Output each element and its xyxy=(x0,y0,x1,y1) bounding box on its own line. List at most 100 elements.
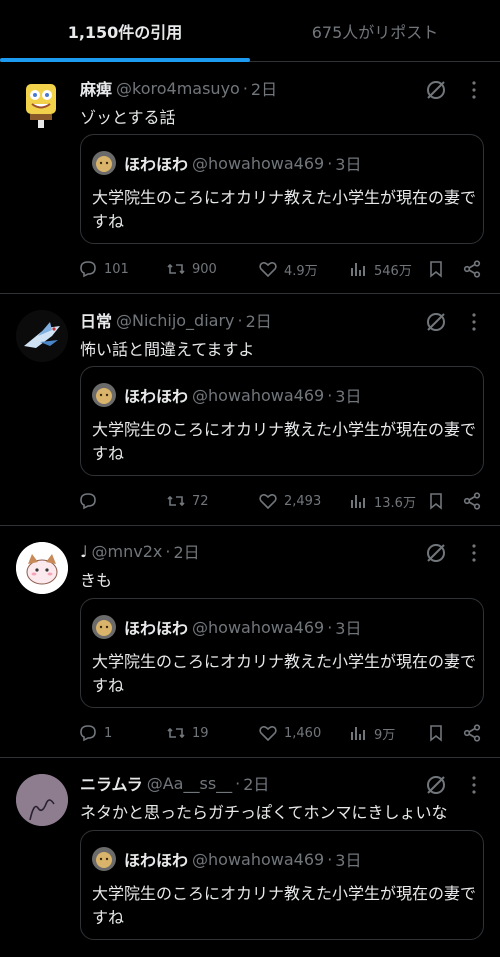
action-bar: 101 900 4.9万 546万 xyxy=(78,258,484,280)
quoted-post[interactable]: ほわほわ @howahowa469 · 3日 大学院生のころにオカリナ教えた小学… xyxy=(80,134,484,244)
separator-dot: · xyxy=(237,310,243,330)
reply-button[interactable]: 101 xyxy=(78,258,129,280)
user-handle[interactable]: @Nichijo_diary xyxy=(116,311,234,330)
post-time[interactable]: 2日 xyxy=(173,539,199,563)
post[interactable]: ♩ @mnv2x · 2日 きも ほわほわ @howahowa469 · 3日 … xyxy=(0,526,500,758)
post[interactable]: 麻痺 @koro4masuyo · 2日 ゾッとする話 ほわほわ @howaho… xyxy=(0,62,500,294)
views-chart-icon xyxy=(351,263,365,276)
user-handle[interactable]: @Aa__ss__ xyxy=(147,774,232,793)
quoted-handle: @howahowa469 xyxy=(192,153,325,173)
share-button[interactable] xyxy=(462,258,482,280)
quoted-header: ほわほわ @howahowa469 · 3日 xyxy=(124,847,361,871)
more-options-icon[interactable] xyxy=(466,80,482,100)
reply-icon xyxy=(80,493,96,510)
post-text: きも xyxy=(80,571,113,590)
post-header: 日常 @Nichijo_diary · 2日 xyxy=(80,308,272,332)
grok-icon[interactable] xyxy=(424,310,448,334)
quoted-avatar xyxy=(92,383,116,407)
avatar[interactable] xyxy=(16,542,68,594)
quoted-time: 3日 xyxy=(335,619,362,638)
post-time[interactable]: 2日 xyxy=(251,76,277,100)
quoted-avatar xyxy=(92,151,116,175)
quoted-handle: @howahowa469 xyxy=(192,385,325,405)
view-count: 546万 xyxy=(374,263,412,279)
bookmark-button[interactable] xyxy=(426,722,446,744)
quoted-handle: @howahowa469 xyxy=(192,849,325,869)
view-count: 9万 xyxy=(374,727,396,743)
reply-button[interactable] xyxy=(78,490,104,512)
quoted-time: 3日 xyxy=(335,387,362,406)
grok-icon[interactable] xyxy=(424,773,448,797)
quoted-display-name: ほわほわ xyxy=(124,619,189,638)
tab-bar: 1,150件の引用 675人がリポスト xyxy=(0,0,500,62)
post[interactable]: ニラムラ @Aa__ss__ · 2日 ネタかと思ったらガチっぽくてホンマにきし… xyxy=(0,758,500,957)
views-chart-icon xyxy=(351,495,365,508)
quoted-display-name: ほわほわ xyxy=(124,851,189,870)
more-options-icon[interactable] xyxy=(466,543,482,563)
repost-button[interactable]: 19 xyxy=(166,722,209,744)
separator-dot: · xyxy=(165,541,171,561)
reply-icon xyxy=(80,725,96,742)
quoted-header: ほわほわ @howahowa469 · 3日 xyxy=(124,383,361,407)
bookmark-button[interactable] xyxy=(426,258,446,280)
like-button[interactable]: 4.9万 xyxy=(258,258,318,280)
user-handle[interactable]: @koro4masuyo xyxy=(116,79,240,98)
post-time[interactable]: 2日 xyxy=(246,308,272,332)
tab-reposts[interactable]: 675人がリポスト xyxy=(250,0,500,61)
grok-icon[interactable] xyxy=(424,78,448,102)
more-options-icon[interactable] xyxy=(466,312,482,332)
grok-icon[interactable] xyxy=(424,541,448,565)
avatar[interactable] xyxy=(16,774,68,826)
bookmark-icon xyxy=(430,493,442,510)
quoted-header: ほわほわ @howahowa469 · 3日 xyxy=(124,151,361,175)
heart-icon xyxy=(259,261,277,278)
post-header: 麻痺 @koro4masuyo · 2日 xyxy=(80,76,277,100)
views-button[interactable]: 9万 xyxy=(348,722,395,744)
views-button[interactable]: 546万 xyxy=(348,258,412,280)
repost-icon xyxy=(167,727,185,739)
display-name[interactable]: 日常 xyxy=(80,308,112,332)
quoted-time: 3日 xyxy=(335,155,362,174)
repost-button[interactable]: 900 xyxy=(166,258,217,280)
share-icon xyxy=(463,724,481,742)
reply-count: 1 xyxy=(104,725,113,741)
quoted-post[interactable]: ほわほわ @howahowa469 · 3日 大学院生のころにオカリナ教えた小学… xyxy=(80,598,484,708)
repost-button[interactable]: 72 xyxy=(166,490,209,512)
post-time[interactable]: 2日 xyxy=(243,771,269,795)
like-count: 2,493 xyxy=(284,493,322,509)
user-handle[interactable]: @mnv2x xyxy=(92,542,163,561)
tab-reposts-label: 675人がリポスト xyxy=(311,22,439,42)
quoted-text: 大学院生のころにオカリナ教えた小学生が現在の妻ですね xyxy=(92,420,477,463)
separator-dot: · xyxy=(235,773,241,793)
reply-count: 101 xyxy=(104,261,129,277)
quoted-post[interactable]: ほわほわ @howahowa469 · 3日 大学院生のころにオカリナ教えた小学… xyxy=(80,830,484,940)
display-name[interactable]: ニラムラ xyxy=(80,771,143,795)
separator-dot: · xyxy=(327,153,333,173)
separator-dot: · xyxy=(242,78,248,98)
bookmark-button[interactable] xyxy=(426,490,446,512)
avatar[interactable] xyxy=(16,78,68,130)
like-button[interactable]: 1,460 xyxy=(258,722,321,744)
views-button[interactable]: 13.6万 xyxy=(348,490,416,512)
quoted-header: ほわほわ @howahowa469 · 3日 xyxy=(124,615,361,639)
views-chart-icon xyxy=(351,727,365,740)
more-options-icon[interactable] xyxy=(466,775,482,795)
tab-quotes-label: 1,150件の引用 xyxy=(67,22,183,42)
tab-quotes[interactable]: 1,150件の引用 xyxy=(0,0,250,62)
repost-icon xyxy=(167,495,185,507)
quoted-text: 大学院生のころにオカリナ教えた小学生が現在の妻ですね xyxy=(92,884,477,927)
like-count: 4.9万 xyxy=(284,263,318,279)
quoted-post[interactable]: ほわほわ @howahowa469 · 3日 大学院生のころにオカリナ教えた小学… xyxy=(80,366,484,476)
share-button[interactable] xyxy=(462,722,482,744)
heart-icon xyxy=(259,725,277,742)
quoted-display-name: ほわほわ xyxy=(124,155,189,174)
share-icon xyxy=(463,492,481,510)
like-button[interactable]: 2,493 xyxy=(258,490,321,512)
action-bar: 72 2,493 13.6万 xyxy=(78,490,484,512)
display-name[interactable]: ♩ xyxy=(80,542,88,561)
reply-button[interactable]: 1 xyxy=(78,722,112,744)
share-button[interactable] xyxy=(462,490,482,512)
avatar[interactable] xyxy=(16,310,68,362)
display-name[interactable]: 麻痺 xyxy=(80,76,112,100)
post[interactable]: 日常 @Nichijo_diary · 2日 怖い話と間違えてますよ ほわほわ … xyxy=(0,294,500,526)
